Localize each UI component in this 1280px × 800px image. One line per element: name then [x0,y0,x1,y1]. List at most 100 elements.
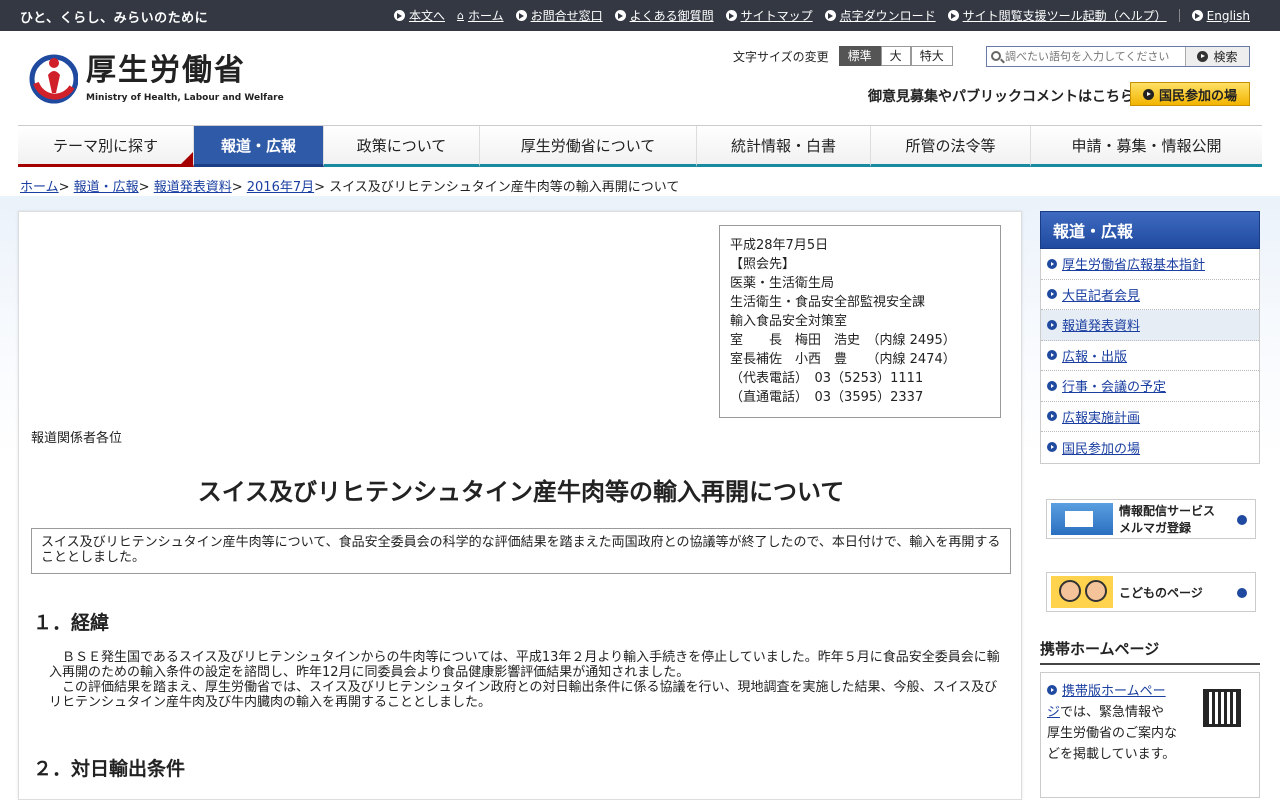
sidebar-item-pr-plan[interactable]: 広報実施計画 [1041,402,1259,432]
arrow-circle-icon [725,10,737,21]
site-header: 厚生労働省 Ministry of Health, Labour and Wel… [0,31,1280,125]
arrow-circle-icon [1142,88,1154,100]
arrow-circle-icon [1047,442,1057,453]
search-input[interactable] [987,47,1185,66]
contact-line: 輸入食品安全対策室 [730,314,848,329]
addressee: 報道関係者各位 [31,431,123,446]
nav-policy[interactable]: 政策について [324,126,480,167]
corner-arrow-icon [181,152,193,164]
mail-magazine-banner[interactable]: 情報配信サービス メルマガ登録 [1046,499,1256,539]
home-icon: ⌂ [456,9,464,22]
section-heading: １．経緯 [33,612,110,634]
sitemap-link[interactable]: サイトマップ [725,7,813,24]
contact-line: （代表電話） 03（5253）1111 [730,371,924,386]
arrow-circle-icon [1047,411,1057,422]
contact-line: 室 長 梅田 浩史 （内線 2495） [730,333,956,348]
nav-statistics[interactable]: 統計情報・白書 [697,126,871,167]
arrow-circle-icon [1191,10,1203,21]
arrow-circle-icon [1047,319,1057,330]
contact-box: 平成28年7月5日 【照会先】 医薬・生活衛生局 生活衛生・食品安全部監視安全課… [719,225,1001,418]
nav-press[interactable]: 報道・広報 [194,126,324,167]
sidebar-item-press-conference[interactable]: 大臣記者会見 [1041,280,1259,310]
global-nav: テーマ別に探す 報道・広報 政策について 厚生労働省について 統計情報・白書 所… [18,125,1262,167]
sidebar-menu: 厚生労働省広報基本指針 大臣記者会見 報道発表資料 広報・出版 行事・会議の予定… [1040,249,1260,464]
logo-subtitle: Ministry of Health, Labour and Welfare [86,93,284,103]
qr-code-icon [1203,689,1241,727]
breadcrumb-press[interactable]: 報道・広報 [74,180,139,195]
sidebar-heading: 報道・広報 [1040,211,1260,249]
contact-line: （直通電話） 03（3595）2337 [730,390,924,405]
contact-link[interactable]: お問合せ窓口 [515,7,603,24]
kids-page-banner[interactable]: こどものページ [1046,572,1256,612]
main-content: 平成28年7月5日 【照会先】 医薬・生活衛生局 生活衛生・食品安全部監視安全課… [18,211,1022,800]
font-size-switcher: 文字サイズの変更 標準 大 特大 [733,46,953,66]
divider [1178,9,1180,22]
breadcrumb: ホーム> 報道・広報> 報道発表資料> 2016年7月> スイス及びリヒテンシュ… [20,180,680,195]
breadcrumb-releases[interactable]: 報道発表資料 [154,180,232,195]
mobile-heading: 携帯ホームページ [1040,638,1260,665]
arrow-circle-icon [1047,258,1057,269]
arrow-circle-icon [1237,588,1247,598]
braille-download-link[interactable]: 点字ダウンロード [824,7,936,24]
search-box: 検索 [986,46,1250,67]
breadcrumb-home[interactable]: ホーム [20,180,59,195]
page-title: スイス及びリヒテンシュタイン産牛肉等の輸入再開について [197,478,845,506]
search-icon [991,51,1001,61]
arrow-circle-icon [393,10,405,21]
contact-line: 室長補佐 小西 豊 （内線 2474） [730,352,956,367]
arrow-circle-icon [515,10,527,21]
nav-applications[interactable]: 申請・募集・情報公開 [1031,126,1262,167]
public-comment-text: 御意見募集やパブリックコメントはこちら [868,89,1134,105]
release-date: 平成28年7月5日 [730,238,829,253]
arrow-circle-icon [824,10,836,21]
breadcrumb-month[interactable]: 2016年7月 [247,180,314,195]
sidebar: 報道・広報 厚生労働省広報基本指針 大臣記者会見 報道発表資料 広報・出版 行事… [1040,211,1260,798]
mhlw-logo-icon [29,54,78,104]
public-participation-button[interactable]: 国民参加の場 [1130,82,1250,106]
site-logo[interactable]: 厚生労働省 Ministry of Health, Labour and Wel… [28,53,284,105]
sidebar-item-events[interactable]: 行事・会議の予定 [1041,371,1259,402]
font-size-xlarge-button[interactable]: 特大 [910,46,953,66]
font-size-large-button[interactable]: 大 [880,46,911,66]
top-bar: ひと、くらし、みらいのために 本文へ ⌂ ホーム お問合せ窓口 よくある御質問 サ… [0,0,1280,31]
arrow-circle-icon [1047,289,1057,300]
mobile-description: では、緊急情報や厚生労働省のご案内などを掲載しています。 [1047,705,1178,762]
arrow-circle-icon [614,10,626,21]
top-links: 本文へ ⌂ ホーム お問合せ窓口 よくある御質問 サイトマップ 点字ダウンロード … [382,7,1250,24]
search-button[interactable]: 検索 [1185,47,1249,66]
font-size-standard-button[interactable]: 標準 [838,46,881,66]
faq-link[interactable]: よくある御質問 [614,7,714,24]
contact-line: 生活衛生・食品安全部監視安全課 [730,295,926,310]
sidebar-item-participation[interactable]: 国民参加の場 [1041,432,1259,463]
arrow-circle-icon [1197,51,1209,62]
arrow-circle-icon [1237,515,1247,525]
summary-box: スイス及びリヒテンシュタイン産牛肉等について、食品安全委員会の科学的な評価結果を… [31,528,1011,574]
sidebar-item-publications[interactable]: 広報・出版 [1041,341,1259,371]
section-heading: ２．対日輸出条件 [33,758,186,780]
tagline: ひと、くらし、みらいのために [20,11,209,26]
font-size-label: 文字サイズの変更 [733,49,829,64]
skip-to-content-link[interactable]: 本文へ [393,7,445,24]
breadcrumb-current: スイス及びリヒテンシュタイン産牛肉等の輸入再開について [329,180,680,195]
sidebar-item-press-releases[interactable]: 報道発表資料 [1041,310,1259,341]
kids-icon [1051,576,1113,608]
home-link[interactable]: ⌂ ホーム [457,7,504,24]
paragraph: ＢＳＥ発生国であるスイス及びリヒテンシュタインからの牛肉等については、平成13年… [49,650,1000,680]
nav-about[interactable]: 厚生労働省について [480,126,697,167]
contact-line: 医薬・生活衛生局 [730,276,835,291]
arrow-circle-icon [1047,350,1057,361]
arrow-circle-icon [947,10,959,21]
envelope-icon [1051,503,1113,535]
nav-laws[interactable]: 所管の法令等 [871,126,1031,167]
section-body: ＢＳＥ発生国であるスイス及びリヒテンシュタインからの牛肉等については、平成13年… [49,650,1009,710]
arrow-circle-icon [1047,685,1057,695]
paragraph: この評価結果を踏まえ、厚生労働省では、スイス及びリヒテンシュタイン政府との対日輸… [49,680,998,710]
nav-theme[interactable]: テーマ別に探す [18,126,194,167]
logo-title: 厚生労働省 [86,53,246,88]
english-link[interactable]: English [1191,9,1250,23]
arrow-circle-icon [1047,380,1057,391]
contact-label: 【照会先】 [730,257,796,272]
accessibility-tool-link[interactable]: サイト閲覧支援ツール起動（ヘルプ） [947,7,1167,24]
sidebar-item-pr-guidelines[interactable]: 厚生労働省広報基本指針 [1041,249,1259,280]
mobile-box: 携帯版ホームページでは、緊急情報や厚生労働省のご案内などを掲載しています。 [1040,672,1260,798]
